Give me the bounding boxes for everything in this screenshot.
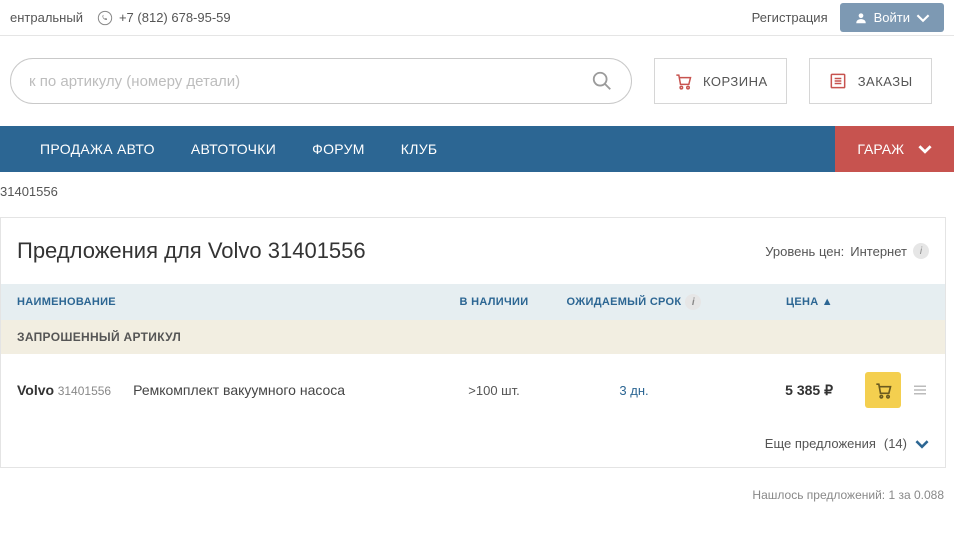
page-title: Предложения для Volvo 31401556 [17,238,366,264]
nav-forum[interactable]: ФОРУМ [294,126,383,172]
breadcrumb: 31401556 [0,172,954,217]
info-icon[interactable]: i [685,294,701,310]
row-brand[interactable]: Volvo [17,382,54,398]
col-name[interactable]: НАИМЕНОВАНИЕ [17,296,439,308]
chevron-down-icon [916,11,930,25]
cart-label: КОРЗИНА [703,74,768,89]
table-header: НАИМЕНОВАНИЕ В НАЛИЧИИ ОЖИДАЕМЫЙ СРОК i … [1,284,945,320]
row-stock: >100 шт. [439,383,549,398]
search-icon[interactable] [591,70,613,92]
col-date[interactable]: ОЖИДАЕМЫЙ СРОК i [549,294,719,310]
more-count: (14) [884,436,907,451]
col-date-label: ОЖИДАЕМЫЙ СРОК [567,296,682,308]
search-input[interactable] [29,73,591,90]
phone-icon [97,10,113,26]
row-date[interactable]: 3 дн. [549,383,719,398]
more-menu-icon[interactable] [911,381,929,399]
more-label: Еще предложения [765,436,876,451]
region-selector[interactable]: ентральный [10,10,83,25]
orders-nav-button[interactable]: ЗАКАЗЫ [809,58,932,104]
price-level: Уровень цен: Интернет i [765,243,929,259]
table-row: Volvo 31401556 Ремкомплект вакуумного на… [1,354,945,426]
phone-number: +7 (812) 678-95-59 [119,10,231,25]
row-price: 5 385 ₽ [719,382,839,399]
add-to-cart-button[interactable] [865,372,901,408]
nav-points[interactable]: АВТОТОЧКИ [173,126,294,172]
price-level-label: Уровень цен: [765,244,844,259]
garage-label: ГАРАЖ [857,141,904,157]
user-icon [854,11,868,25]
login-label: Войти [874,10,910,25]
chevron-down-icon [918,142,932,156]
result-footnote: Нашлось предложений: 1 за 0.088 [0,468,954,522]
register-link[interactable]: Регистрация [752,10,828,25]
info-icon[interactable]: i [913,243,929,259]
section-label: ЗАПРОШЕННЫЙ АРТИКУЛ [1,320,945,354]
col-stock[interactable]: В НАЛИЧИИ [439,296,549,308]
row-article: 31401556 [58,384,111,398]
phone-block: +7 (812) 678-95-59 [97,10,231,26]
nav-club[interactable]: КЛУБ [383,126,456,172]
nav-garage[interactable]: ГАРАЖ [835,126,954,172]
price-level-value: Интернет [850,244,907,259]
cart-icon [673,71,693,91]
more-offers-toggle[interactable]: Еще предложения (14) [1,426,945,467]
cart-icon [873,380,893,400]
main-nav: ПРОДАЖА АВТО АВТОТОЧКИ ФОРУМ КЛУБ ГАРАЖ [0,126,954,172]
col-price[interactable]: ЦЕНА ▲ [719,296,839,308]
nav-sell[interactable]: ПРОДАЖА АВТО [22,126,173,172]
cart-nav-button[interactable]: КОРЗИНА [654,58,787,104]
row-description: Ремкомплект вакуумного насоса [133,382,345,398]
chevron-down-icon [915,437,929,451]
login-button[interactable]: Войти [840,3,944,32]
orders-label: ЗАКАЗЫ [858,74,913,89]
list-icon [828,71,848,91]
search-box[interactable] [10,58,632,104]
